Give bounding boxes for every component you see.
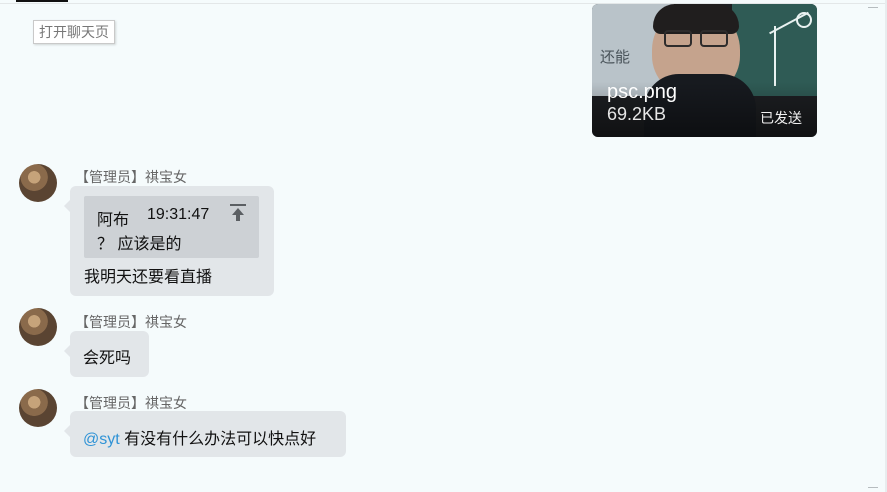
top-edge-mark <box>16 0 68 2</box>
scroll-up-icon[interactable] <box>866 7 880 17</box>
image-wall-text: 还能 <box>600 48 631 66</box>
message-body: 有没有什么办法可以快点好 <box>124 431 317 448</box>
scroll-down-icon[interactable] <box>866 478 880 488</box>
quoted-message[interactable]: 阿布 19:31:47 ？ 应该是的 <box>84 196 259 258</box>
message-bubble[interactable]: 阿布 19:31:47 ？ 应该是的 我明天还要看直播 <box>64 186 274 296</box>
avatar[interactable] <box>19 308 57 346</box>
quote-time: 19:31:47 <box>147 206 210 223</box>
quote-author: 阿布 <box>97 212 130 229</box>
message-item: 【管理员】祺宝女 阿布 19:31:47 ？ 应该是的 我明天还要看直播 <box>0 162 887 298</box>
message-item: 【管理员】祺宝女 @syt 有没有什么办法可以快点好 <box>0 388 887 462</box>
board-line <box>774 26 776 86</box>
mention-link[interactable]: @syt <box>83 431 120 448</box>
message-text: 会死吗 <box>83 350 132 367</box>
jump-to-quote-icon[interactable] <box>229 204 247 222</box>
file-name: psc.png <box>607 81 678 103</box>
sent-image-file-card[interactable]: 还能 psc.png 69.2KB 已发送 <box>592 4 817 137</box>
avatar[interactable] <box>19 164 57 202</box>
message-item: 【管理员】祺宝女 会死吗 <box>0 307 887 381</box>
quote-text: ？ 应该是的 <box>97 236 182 253</box>
file-sent-status: 已发送 <box>760 110 802 126</box>
message-bubble[interactable]: @syt 有没有什么办法可以快点好 <box>64 411 346 457</box>
message-bubble[interactable]: 会死吗 <box>64 331 149 377</box>
file-size: 69.2KB <box>607 104 667 124</box>
sender-name: 【管理员】祺宝女 <box>75 395 187 411</box>
message-text: @syt 有没有什么办法可以快点好 <box>83 425 316 449</box>
sender-name: 【管理员】祺宝女 <box>75 314 187 330</box>
message-text: 我明天还要看直播 <box>84 269 213 286</box>
avatar[interactable] <box>19 389 57 427</box>
open-chat-button[interactable]: 打开聊天页 <box>33 20 115 44</box>
sender-name: 【管理员】祺宝女 <box>75 169 187 185</box>
image-person-glasses <box>664 30 728 47</box>
board-mark <box>796 12 812 28</box>
